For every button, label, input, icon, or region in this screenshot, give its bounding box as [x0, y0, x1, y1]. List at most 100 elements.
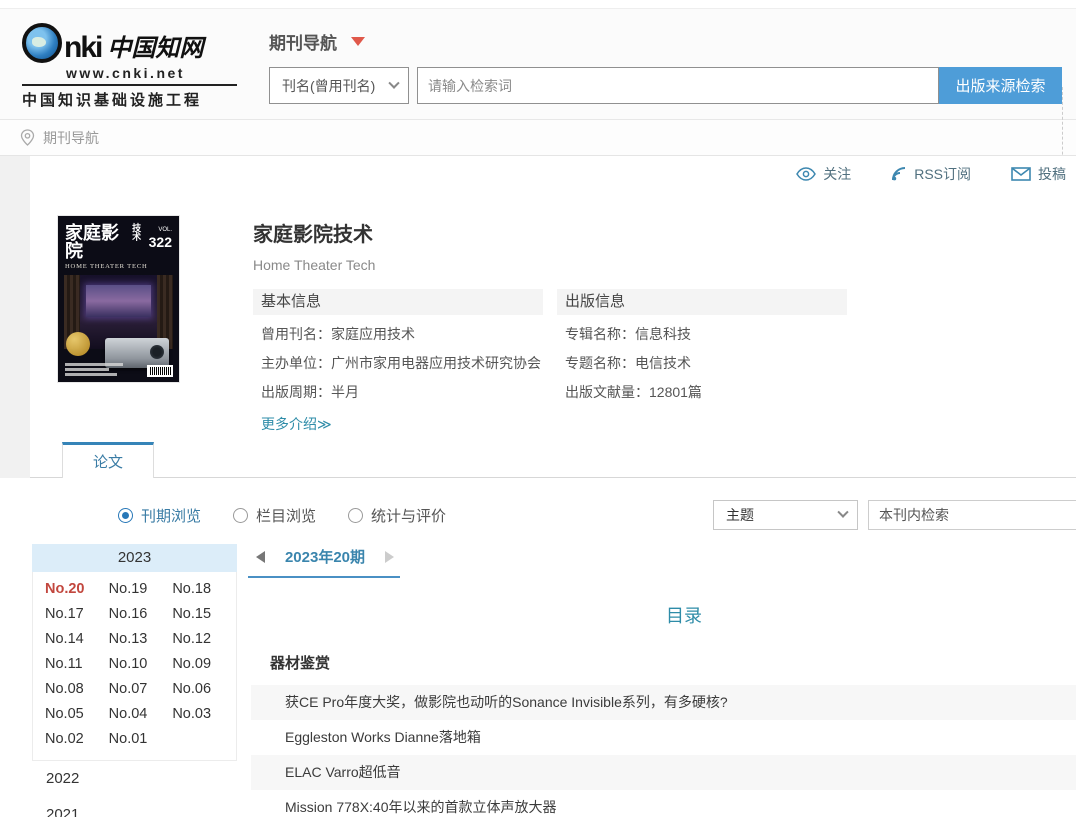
issue-content: 2023年20期 目录 器材鉴赏 获CE Pro年度大奖，做影院也动听的Sona…: [248, 544, 1076, 817]
logo-chinese: 中国知网: [107, 28, 203, 63]
issue-link[interactable]: No.03: [172, 702, 236, 727]
issue-link[interactable]: No.15: [172, 602, 236, 627]
browse-controls: 刊期浏览 栏目浏览 统计与评价 主题: [30, 500, 1076, 530]
issue-link[interactable]: No.12: [172, 627, 236, 652]
main-area: 关注 RSS订阅 投稿: [0, 156, 1076, 817]
issue-link[interactable]: No.14: [45, 627, 109, 652]
search-input[interactable]: [417, 67, 939, 104]
in-journal-search-input[interactable]: [868, 500, 1076, 530]
issue-link[interactable]: No.02: [45, 727, 109, 752]
issue-link[interactable]: No.11: [45, 652, 109, 677]
radio-stats-eval-label: 统计与评价: [371, 505, 446, 526]
info-row-album: 专辑名称：信息科技: [557, 324, 847, 344]
issue-link[interactable]: No.01: [109, 727, 173, 752]
topic-select-value: 主题: [726, 505, 754, 525]
globe-icon: [22, 23, 62, 63]
info-row-doc-count: 出版文献量：12801篇: [557, 382, 847, 402]
issue-link[interactable]: No.07: [109, 677, 173, 702]
issue-link[interactable]: No.18: [172, 577, 236, 602]
issue-link[interactable]: No.19: [109, 577, 173, 602]
follow-button[interactable]: 关注: [796, 164, 851, 184]
year-2021-link[interactable]: 2021: [32, 797, 237, 817]
issue-link[interactable]: No.16: [109, 602, 173, 627]
site-header: nki 中国知网 www.cnki.net 中国知识基础设施工程 期刊导航 刊名…: [0, 8, 1076, 120]
topic-select[interactable]: 主题: [713, 500, 858, 530]
radio-off-icon: [233, 508, 248, 523]
search-field-selected: 刊名(曾用刊名): [282, 76, 375, 96]
cover-issue-number: VOL. 322: [149, 224, 172, 260]
journal-cover[interactable]: 家庭影院 技术 VOL. 322 HOME THEATER TECH: [58, 216, 179, 382]
cover-award-badge: [66, 332, 90, 356]
top-strip: [0, 0, 1076, 8]
issue-link[interactable]: No.05: [45, 702, 109, 727]
toc-section-heading: 器材鉴赏: [270, 652, 1076, 673]
radio-column-browse[interactable]: 栏目浏览: [233, 505, 316, 526]
search-field-select[interactable]: 刊名(曾用刊名): [269, 67, 409, 104]
chevron-down-icon: [837, 507, 848, 518]
more-intro-link[interactable]: 更多介绍≫: [261, 414, 332, 434]
radio-on-icon: [118, 508, 133, 523]
article-row[interactable]: 获CE Pro年度大奖，做影院也动听的Sonance Invisible系列，有…: [251, 685, 1076, 720]
basic-info-heading: 基本信息: [253, 289, 543, 315]
issue-link[interactable]: No.08: [45, 677, 109, 702]
logo-url: www.cnki.net: [66, 65, 237, 81]
year-2023-header[interactable]: 2023: [32, 544, 237, 572]
radio-issue-browse[interactable]: 刊期浏览: [118, 505, 201, 526]
rss-icon: [891, 166, 907, 182]
article-row[interactable]: Mission 778X:40年以来的首款立体声放大器: [251, 790, 1076, 817]
article-row[interactable]: ELAC Varro超低音: [251, 755, 1076, 790]
cover-title: 家庭影院: [65, 224, 131, 260]
radio-issue-browse-label: 刊期浏览: [141, 505, 201, 526]
info-row-former-title: 曾用刊名：家庭应用技术: [253, 324, 543, 344]
tab-papers[interactable]: 论文: [62, 442, 154, 478]
rss-label: RSS订阅: [914, 164, 971, 184]
basic-info-column: 基本信息 曾用刊名：家庭应用技术 主办单位：广州市家用电器应用技术研究协会 出版…: [253, 289, 543, 434]
left-gutter: [0, 156, 30, 478]
content-panel: 关注 RSS订阅 投稿: [30, 156, 1076, 817]
info-row-frequency: 出版周期：半月: [253, 382, 543, 402]
radio-column-browse-label: 栏目浏览: [256, 505, 316, 526]
journal-info-section: 家庭影院 技术 VOL. 322 HOME THEATER TECH: [30, 192, 1076, 442]
current-issue-tab[interactable]: 2023年20期: [285, 546, 365, 567]
submit-button[interactable]: 投稿: [1011, 164, 1066, 184]
issue-link[interactable]: No.06: [172, 677, 236, 702]
issue-link[interactable]: No.09: [172, 652, 236, 677]
radio-off-icon: [348, 508, 363, 523]
dropdown-triangle-icon: [351, 37, 365, 46]
breadcrumb-label[interactable]: 期刊导航: [43, 128, 99, 148]
cover-subtitle: HOME THEATER TECH: [58, 260, 179, 270]
breadcrumb: 期刊导航: [0, 120, 1076, 156]
issue-link[interactable]: No.13: [109, 627, 173, 652]
issue-link[interactable]: No.17: [45, 602, 109, 627]
issue-link[interactable]: No.04: [109, 702, 173, 727]
cover-barcode: [147, 365, 173, 377]
cnki-logo[interactable]: nki 中国知网 www.cnki.net 中国知识基础设施工程: [22, 9, 237, 119]
rss-button[interactable]: RSS订阅: [891, 164, 971, 184]
journal-actions: 关注 RSS订阅 投稿: [30, 156, 1076, 192]
follow-label: 关注: [823, 164, 851, 184]
submit-label: 投稿: [1038, 164, 1066, 184]
issue-pager: 2023年20期: [248, 544, 1076, 578]
pub-info-column: 出版信息 专辑名称：信息科技 专题名称：电信技术 出版文献量：12801篇: [557, 289, 847, 434]
article-row[interactable]: Eggleston Works Dianne落地箱: [251, 720, 1076, 755]
year-issue-sidebar: 2023 No.20 No.19 No.18 No.17 No.16 No.15…: [32, 544, 237, 817]
journal-subtitle: Home Theater Tech: [253, 257, 847, 273]
chevron-down-icon: [388, 77, 399, 88]
journal-title: 家庭影院技术: [253, 218, 847, 247]
eye-icon: [796, 167, 816, 181]
next-issue-arrow-icon[interactable]: [385, 551, 394, 563]
prev-issue-arrow-icon[interactable]: [256, 551, 265, 563]
logo-subtitle: 中国知识基础设施工程: [22, 84, 237, 110]
radio-stats-eval[interactable]: 统计与评价: [348, 505, 446, 526]
year-2022-link[interactable]: 2022: [32, 761, 237, 797]
journal-nav-dropdown[interactable]: 期刊导航: [269, 29, 1062, 54]
issue-link[interactable]: No.10: [109, 652, 173, 677]
tab-bar: 论文: [30, 442, 1076, 478]
cover-text-lines: [65, 361, 123, 376]
source-search-button[interactable]: 出版来源检索: [939, 67, 1062, 104]
issue-link[interactable]: No.20: [45, 577, 109, 602]
logo-word: nki: [64, 33, 101, 63]
journal-nav-label: 期刊导航: [269, 29, 337, 54]
location-pin-icon: [20, 129, 35, 146]
envelope-icon: [1011, 167, 1031, 181]
